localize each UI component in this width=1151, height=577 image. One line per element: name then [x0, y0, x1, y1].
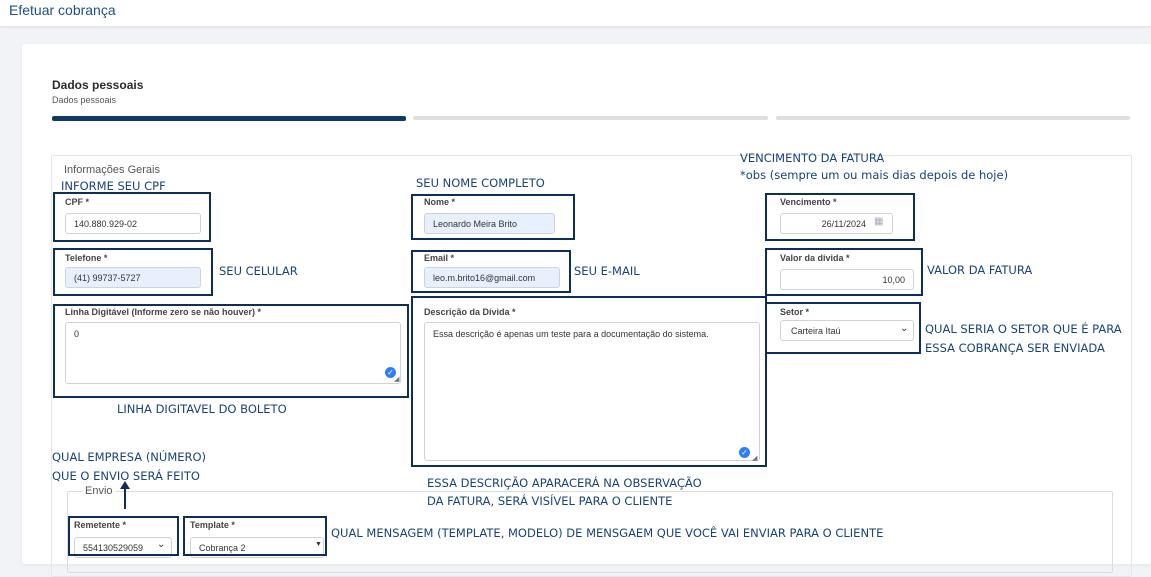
annotation-vencimento-2: *obs (sempre um ou mais dias depois de h… [740, 168, 1009, 182]
arrow-up-icon [120, 481, 130, 509]
valor-highlight [765, 248, 923, 296]
annotation-descricao-2: DA FATURA, SERÁ VISÍVEL PARA O CLIENTE [427, 494, 673, 508]
annotation-linha: LINHA DIGITAVEL DO BOLETO [117, 402, 287, 416]
annotation-empresa-1: QUAL EMPRESA (NÚMERO) [52, 450, 207, 464]
vencimento-highlight [765, 193, 915, 241]
annotation-setor-2: ESSA COBRANÇA SER ENVIADA [925, 341, 1105, 355]
template-highlight [183, 516, 327, 556]
cpf-highlight [53, 192, 211, 242]
linha-highlight [53, 304, 409, 398]
annotation-vencimento-1: VENCIMENTO DA FATURA [740, 151, 885, 165]
email-highlight [411, 250, 571, 293]
setor-highlight [765, 302, 921, 354]
annotation-descricao-1: ESSA DESCRIÇÃO APARACERÁ NA OBSERVAÇÃO [427, 476, 702, 490]
telefone-highlight [53, 248, 213, 296]
section-legend: Informações Gerais [64, 164, 160, 176]
remetente-highlight [68, 516, 179, 556]
page-title: Efetuar cobrança [9, 2, 116, 18]
descricao-highlight [411, 296, 767, 467]
annotation-celular: SEU CELULAR [219, 264, 298, 278]
annotation-nome: SEU NOME COMPLETO [416, 176, 545, 190]
annotation-valor: VALOR DA FATURA [927, 263, 1033, 277]
annotation-template: QUAL MENSAGEM (TEMPLATE, MODELO) DE MENS… [331, 526, 884, 540]
annotation-setor-1: QUAL SERIA O SETOR QUE É PARA [925, 322, 1122, 336]
step-subtitle: Dados pessoais [52, 95, 117, 105]
step-title: Dados pessoais [52, 78, 144, 92]
step-3-progress[interactable] [776, 116, 1130, 120]
top-bar: Efetuar cobrança [0, 0, 1151, 27]
nome-highlight [411, 194, 575, 240]
annotation-cpf: INFORME SEU CPF [61, 179, 166, 193]
step-2-progress[interactable] [413, 116, 768, 120]
step-1-progress[interactable] [52, 116, 406, 121]
annotation-email: SEU E-MAIL [574, 264, 640, 278]
envio-legend: Envio [82, 485, 116, 497]
